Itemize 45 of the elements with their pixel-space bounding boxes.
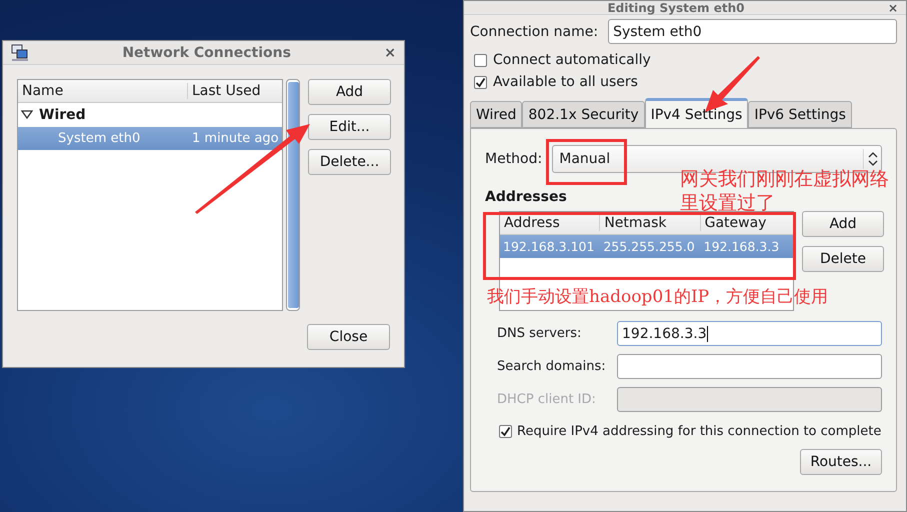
tab[interactable]: IPv4 Settings: [644, 98, 748, 128]
close-button[interactable]: ×: [384, 44, 396, 60]
column-header[interactable]: Gateway: [700, 215, 793, 231]
connection-name-field[interactable]: System eth0: [608, 19, 897, 44]
field-label: DHCP client ID:: [497, 392, 597, 407]
checkbox[interactable]: [474, 76, 487, 88]
column-header[interactable]: Name: [18, 83, 188, 99]
close-button[interactable]: Close: [307, 324, 390, 350]
last-used-cell-text: 1 minute ago: [191, 131, 280, 146]
address-button[interactable]: Delete: [802, 246, 884, 272]
field-label: DNS servers:: [497, 326, 582, 341]
address-cell-text: 192.168.3.101: [502, 239, 596, 254]
checkbox[interactable]: [474, 54, 487, 66]
column-header[interactable]: Address: [500, 215, 600, 231]
action-button[interactable]: Edit...: [308, 114, 391, 140]
checkbox-label: Require IPv4 addressing for this connection to complete: [517, 424, 882, 439]
action-button[interactable]: Add: [308, 79, 391, 105]
expander-icon[interactable]: [21, 110, 33, 120]
address-button[interactable]: Add: [802, 211, 884, 237]
tab[interactable]: 802.1x Security: [522, 101, 645, 128]
checkbox-label: Connect automatically: [493, 52, 651, 68]
window-title: Editing System eth0: [606, 0, 746, 14]
group-label: Wired: [39, 107, 86, 123]
tab[interactable]: Wired: [470, 101, 522, 128]
action-button[interactable]: Delete...: [308, 149, 391, 175]
close-button[interactable]: ×: [888, 0, 898, 14]
connection-name: System eth0: [57, 131, 142, 146]
section-heading: Addresses: [485, 189, 567, 205]
address-cell-text: 192.168.3.3: [702, 239, 780, 254]
column-header[interactable]: Netmask: [600, 215, 701, 231]
window-title: Network Connections: [121, 44, 292, 60]
input-field[interactable]: 192.168.3.3: [617, 321, 882, 346]
field-label: Search domains:: [497, 359, 607, 374]
checkbox-label: Available to all users: [493, 74, 638, 90]
method-label: Method:: [485, 151, 542, 167]
network-computers-icon: [11, 44, 29, 62]
tab[interactable]: IPv6 Settings: [748, 101, 852, 128]
address-cell-text: 255.255.255.0: [602, 239, 696, 254]
scrollbar[interactable]: [286, 79, 300, 311]
column-header[interactable]: Last Used: [188, 83, 282, 99]
checkbox[interactable]: [499, 425, 512, 438]
connection-name-label: Connection name:: [470, 24, 598, 40]
annotation-text: 我们手动设置hadoop01的IP，方便自己使用: [487, 287, 828, 308]
input-field[interactable]: [617, 354, 882, 379]
routes-button[interactable]: Routes...: [800, 449, 882, 475]
